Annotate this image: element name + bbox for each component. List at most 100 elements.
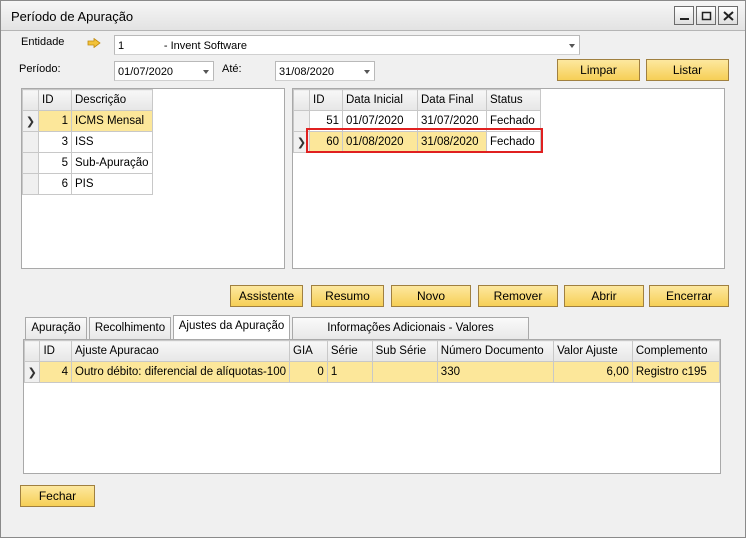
table-header-row: ID Descrição [22,89,153,111]
row-header-corner [293,89,310,111]
cell-ajuste-apuracao[interactable]: Outro débito: diferencial de alíquotas-1… [71,361,290,383]
table-row[interactable]: 5 Sub-Apuração [22,152,153,174]
ate-select[interactable]: 31/08/2020 [275,61,375,81]
cell-data-inicial[interactable]: 01/08/2020 [342,131,418,153]
periodo-value: 01/07/2020 [118,66,174,78]
row-indicator[interactable] [22,173,39,195]
row-header-corner [22,89,39,111]
title-bar: Período de Apuração [1,1,745,31]
column-header-numero-documento[interactable]: Número Documento [436,340,555,362]
cell-data-final[interactable]: 31/08/2020 [417,131,487,153]
maximize-button[interactable] [696,6,716,25]
resumo-button[interactable]: Resumo [311,285,384,307]
cell-valor-ajuste[interactable]: 6,00 [553,361,633,383]
ajustes-grid: ID Ajuste Apuracao GIA Série Sub Série N… [23,339,721,474]
cell-descricao[interactable]: PIS [71,173,153,195]
tab-ajustes-da-apuracao[interactable]: Ajustes da Apuração [173,315,290,339]
link-arrow-icon[interactable] [87,38,101,48]
row-indicator[interactable]: ❯ [23,361,41,383]
chevron-down-icon [569,44,575,48]
cell-numero-documento[interactable]: 330 [436,361,555,383]
tipos-table: ID Descrição ❯ 1 ICMS Mensal 3 ISS 5 Sub… [22,89,153,195]
row-indicator[interactable] [293,110,310,132]
row-indicator[interactable]: ❯ [293,131,310,153]
column-header-serie[interactable]: Série [326,340,373,362]
cell-data-final[interactable]: 31/07/2020 [417,110,487,132]
cell-complemento[interactable]: Registro c195 [631,361,721,383]
periodo-select[interactable]: 01/07/2020 [114,61,214,81]
cell-id[interactable]: 3 [38,131,72,153]
tab-apuracao[interactable]: Apuração [25,317,87,339]
row-indicator[interactable] [22,152,39,174]
table-row[interactable]: 6 PIS [22,173,153,195]
row-indicator[interactable]: ❯ [22,110,39,132]
column-header-id[interactable]: ID [38,89,72,111]
novo-button[interactable]: Novo [391,285,471,307]
listar-button[interactable]: Listar [646,59,729,81]
row-header-corner [23,340,41,362]
periodo-label: Período: [19,63,61,75]
entidade-value: 1 - Invent Software [118,40,247,52]
entidade-label: Entidade [21,36,65,48]
column-header-status[interactable]: Status [486,89,541,111]
column-header-data-final[interactable]: Data Final [417,89,487,111]
cell-status[interactable]: Fechado [486,131,541,153]
cell-id[interactable]: 4 [39,361,73,383]
table-row[interactable]: ❯ 60 01/08/2020 31/08/2020 Fechado [293,131,541,153]
maximize-icon [701,11,712,21]
row-indicator[interactable] [22,131,39,153]
cell-id[interactable]: 51 [309,110,343,132]
chevron-down-icon [364,70,370,74]
ate-value: 31/08/2020 [279,66,335,78]
fechar-button[interactable]: Fechar [20,485,95,507]
cell-descricao[interactable]: ICMS Mensal [71,110,153,132]
table-row[interactable]: ❯ 4 Outro débito: diferencial de alíquot… [23,361,721,383]
column-header-descricao[interactable]: Descrição [71,89,153,111]
column-header-id[interactable]: ID [39,340,73,362]
ajustes-table: ID Ajuste Apuracao GIA Série Sub Série N… [23,340,721,383]
tab-informacoes-adicionais[interactable]: Informações Adicionais - Valores Declara… [292,317,529,355]
close-icon [723,11,734,21]
cell-gia[interactable]: 0 [289,361,328,383]
close-button[interactable] [718,6,738,25]
cell-id[interactable]: 1 [38,110,72,132]
minimize-button[interactable] [674,6,694,25]
periodos-grid: ID Data Inicial Data Final Status 51 01/… [292,88,725,269]
tab-recolhimento[interactable]: Recolhimento [89,317,171,339]
column-header-data-inicial[interactable]: Data Inicial [342,89,418,111]
cell-status[interactable]: Fechado [486,110,541,132]
table-row[interactable]: 51 01/07/2020 31/07/2020 Fechado [293,110,541,132]
cell-id[interactable]: 6 [38,173,72,195]
limpar-button[interactable]: Limpar [557,59,640,81]
column-header-valor-ajuste[interactable]: Valor Ajuste [553,340,633,362]
cell-serie[interactable]: 1 [326,361,373,383]
column-header-complemento[interactable]: Complemento [631,340,721,362]
chevron-down-icon [203,70,209,74]
chevron-right-icon: ❯ [25,115,36,128]
column-header-id[interactable]: ID [309,89,343,111]
tipos-grid: ID Descrição ❯ 1 ICMS Mensal 3 ISS 5 Sub… [21,88,285,269]
window: Período de Apuração Entidade 1 - Invent … [0,0,746,538]
minimize-icon [680,18,689,20]
entidade-select[interactable]: 1 - Invent Software [114,35,580,55]
window-title: Período de Apuração [11,9,134,24]
cell-descricao[interactable]: Sub-Apuração [71,152,153,174]
table-header-row: ID Data Inicial Data Final Status [293,89,541,111]
periodos-table: ID Data Inicial Data Final Status 51 01/… [293,89,541,153]
cell-id[interactable]: 5 [38,152,72,174]
column-header-gia[interactable]: GIA [289,340,328,362]
abrir-button[interactable]: Abrir [564,285,644,307]
table-row[interactable]: 3 ISS [22,131,153,153]
cell-sub-serie[interactable] [371,361,438,383]
table-row[interactable]: ❯ 1 ICMS Mensal [22,110,153,132]
cell-data-inicial[interactable]: 01/07/2020 [342,110,418,132]
cell-descricao[interactable]: ISS [71,131,153,153]
assistente-button[interactable]: Assistente [230,285,303,307]
remover-button[interactable]: Remover [478,285,558,307]
table-header-row: ID Ajuste Apuracao GIA Série Sub Série N… [23,340,721,362]
column-header-sub-serie[interactable]: Sub Série [371,340,438,362]
chevron-right-icon: ❯ [27,366,37,379]
column-header-ajuste-apuracao[interactable]: Ajuste Apuracao [71,340,290,362]
cell-id[interactable]: 60 [309,131,343,153]
encerrar-button[interactable]: Encerrar [649,285,729,307]
